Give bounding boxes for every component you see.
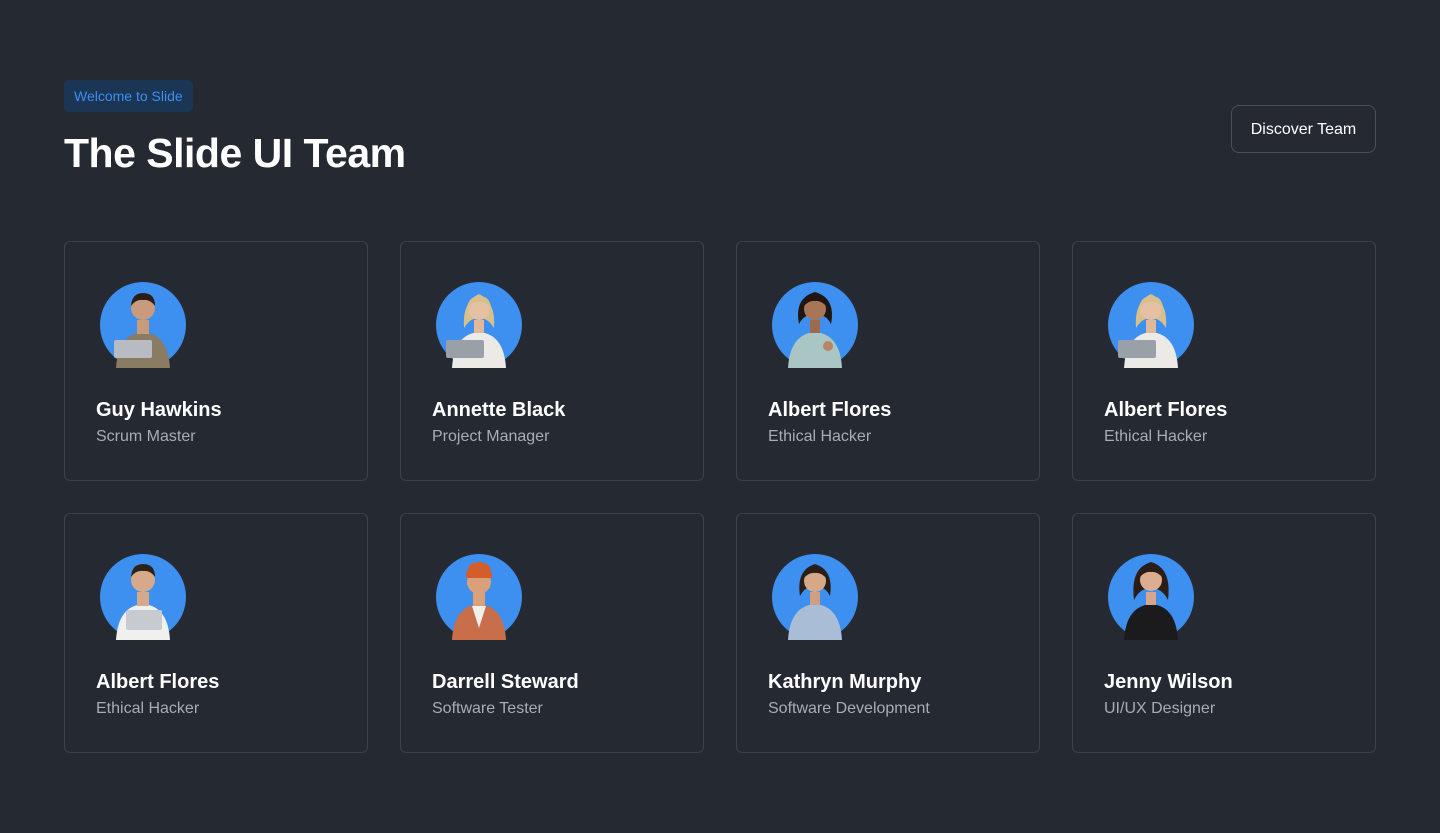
man-with-laptop-avatar [100,272,186,368]
member-name: Albert Flores [1104,399,1228,421]
woman-with-laptop-avatar [436,272,522,368]
team-card[interactable]: Guy Hawkins Scrum Master [64,241,368,481]
team-grid: Guy Hawkins Scrum Master Annette Black P… [64,241,1376,753]
team-card[interactable]: Albert Flores Ethical Hacker [736,241,1040,481]
team-card[interactable]: Kathryn Murphy Software Development [736,513,1040,753]
woman-dark-hair-avatar [1108,544,1194,640]
woman-curly-hair-avatar [772,272,858,368]
woman-with-glasses-avatar [772,544,858,640]
page-header: Welcome to Slide The Slide UI Team Disco… [64,80,1376,190]
member-role: Project Manager [432,428,550,445]
member-name: Kathryn Murphy [768,671,922,693]
member-role: UI/UX Designer [1104,700,1216,717]
member-name: Jenny Wilson [1104,671,1233,693]
team-card[interactable]: Jenny Wilson UI/UX Designer [1072,513,1376,753]
member-name: Guy Hawkins [96,399,222,421]
member-role: Software Tester [432,700,543,717]
member-name: Albert Flores [96,671,220,693]
member-role: Scrum Master [96,428,196,445]
member-name: Annette Black [432,399,566,421]
man-with-laptop-avatar [100,544,186,640]
man-with-beanie-avatar [436,544,522,640]
team-card[interactable]: Darrell Steward Software Tester [400,513,704,753]
member-role: Ethical Hacker [1104,428,1208,445]
page-title: The Slide UI Team [64,130,406,176]
member-role: Ethical Hacker [96,700,200,717]
team-card[interactable]: Annette Black Project Manager [400,241,704,481]
welcome-badge: Welcome to Slide [64,80,193,112]
member-name: Darrell Steward [432,671,579,693]
woman-with-laptop-avatar [1108,272,1194,368]
member-role: Ethical Hacker [768,428,872,445]
team-card[interactable]: Albert Flores Ethical Hacker [1072,241,1376,481]
discover-team-button[interactable]: Discover Team [1231,105,1376,153]
member-name: Albert Flores [768,399,892,421]
member-role: Software Development [768,700,930,717]
team-card[interactable]: Albert Flores Ethical Hacker [64,513,368,753]
